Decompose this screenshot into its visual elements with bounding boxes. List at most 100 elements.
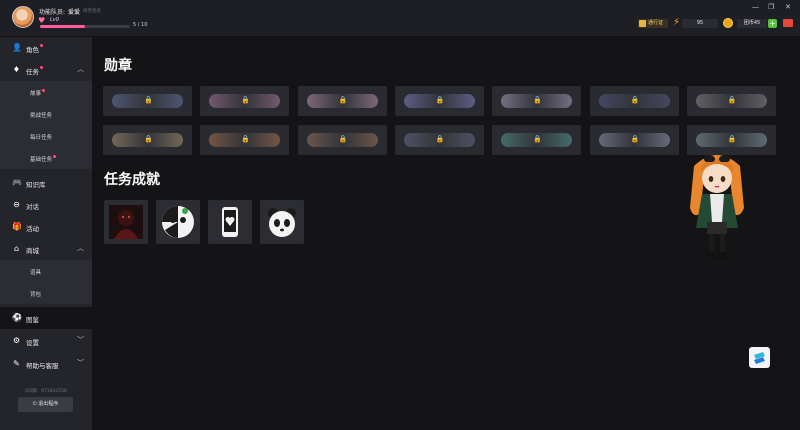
lock-icon: 🔒	[338, 96, 348, 104]
sidebar-item-label: 对话	[26, 203, 39, 211]
close-button[interactable]: ✕	[785, 3, 791, 11]
sidebar-item-character[interactable]: 👤 角色	[0, 37, 92, 59]
user-name: 爱爱	[68, 9, 81, 16]
avatar[interactable]	[12, 6, 34, 28]
football-icon: ⚽	[12, 313, 22, 322]
lock-icon: 🔒	[435, 96, 445, 104]
logout-label: 退出程序	[38, 401, 59, 407]
notification-dot	[53, 155, 57, 158]
sidebar-item-label: 挑战任务	[30, 113, 53, 119]
xp-progress-bar	[40, 25, 130, 28]
badge-item[interactable]: 🔒	[297, 86, 387, 116]
lock-icon: 🔒	[144, 135, 153, 143]
sidebar-item-settings[interactable]: ⚙ 设置 ﹀	[0, 330, 92, 352]
sidebar-item-basic[interactable]: 基础任务	[0, 147, 92, 169]
gift-icon: 🎁	[12, 222, 22, 231]
sidebar-item-daily[interactable]: 每日任务	[0, 125, 92, 147]
lock-icon: 🔒	[630, 135, 640, 143]
sidebar-item-label: 设置	[26, 339, 39, 347]
badge-item[interactable]: 🔒	[200, 86, 290, 116]
badges-section-title: 勋章	[104, 58, 132, 74]
sidebar-item-label: 图鉴	[26, 316, 39, 324]
lock-icon: 🔒	[630, 96, 640, 104]
sidebar-item-tasks[interactable]: ♦ 任务 ︿	[0, 59, 92, 81]
badge-item[interactable]: 🔒	[686, 86, 776, 116]
sidebar-item-label: 背包	[30, 292, 42, 298]
sidebar-item-label: 基础任务	[30, 157, 53, 163]
lock-icon: 🔒	[241, 135, 251, 143]
badge-item[interactable]: 🔒	[394, 86, 484, 116]
sidebar-item-help[interactable]: ✎ 帮助与客服 ﹀	[0, 353, 92, 375]
badge-item[interactable]: 🔒	[103, 86, 192, 116]
sidebar-item-challenge[interactable]: 挑战任务	[0, 103, 92, 125]
badge-item[interactable]: 🔒	[297, 125, 387, 155]
sidebar-item-label: 角色	[26, 46, 39, 54]
sidebar-item-collection[interactable]: ⚽ 图鉴	[0, 307, 92, 329]
maximize-button[interactable]: ❐	[768, 3, 774, 11]
pass-label: 通行证	[648, 20, 664, 26]
sidebar-item-label: 商城	[26, 247, 39, 255]
panda-face-icon	[162, 206, 194, 238]
lock-icon: 🔒	[338, 135, 348, 143]
achievement-item[interactable]	[156, 200, 200, 244]
edit-signature-link[interactable]: 修改签名	[83, 8, 101, 14]
lock-icon: 🔒	[533, 96, 542, 104]
phone-heart-icon	[222, 207, 238, 237]
add-gold-button[interactable]: +	[768, 19, 777, 28]
lock-icon: 🔒	[435, 135, 445, 143]
coin-icon	[723, 18, 733, 28]
lock-icon: 🔒	[241, 96, 251, 104]
sidebar-item-story[interactable]: 故事	[0, 81, 92, 103]
sidebar-item-backpack[interactable]: 背包	[0, 282, 92, 304]
sidebar-item-label: 活动	[26, 225, 39, 233]
badge-item[interactable]: 🔒	[589, 125, 679, 155]
badge-item[interactable]: 🔒	[492, 86, 582, 116]
notification-dot	[40, 66, 43, 69]
sidebar-item-events[interactable]: 🎁 活动	[0, 216, 92, 238]
sidebar-item-store[interactable]: ⌂ 商城 ︿	[0, 238, 92, 260]
lightning-icon: ⚡	[673, 17, 681, 28]
badge-item[interactable]: 🔒	[103, 125, 192, 155]
sidebar-item-chat[interactable]: ⊖ 对话	[0, 194, 92, 216]
sidebar-item-props[interactable]: 道具	[0, 260, 92, 282]
sidebar-item-knowledge[interactable]: 🎮 知识库	[0, 172, 92, 194]
assistant-logo-icon	[754, 352, 765, 364]
top-bar: 功能队员: 爱爱 修改签名 ♥ Lv0 5 / 10 通行证 ⚡ 95 团币45…	[0, 0, 800, 37]
gold-value: 团币45	[737, 19, 767, 28]
sidebar-item-label: 帮助与客服	[26, 362, 59, 370]
achievement-item[interactable]	[260, 200, 304, 244]
store-icon: ⌂	[13, 244, 20, 253]
xp-progress-fill	[40, 25, 85, 28]
logout-button[interactable]: ⏻ 退出程序	[18, 397, 73, 412]
user-role: 功能队员:	[39, 9, 66, 16]
assistant-app-button[interactable]	[749, 347, 770, 368]
achievement-item[interactable]	[208, 200, 252, 244]
lock-icon: 🔒	[727, 96, 737, 104]
sidebar-item-label: 任务	[26, 68, 39, 76]
dark-figure-icon	[109, 205, 143, 239]
sidebar-item-label: 知识库	[26, 181, 46, 189]
badge-item[interactable]: 🔒	[200, 125, 290, 155]
xp-text: 5 / 10	[133, 22, 148, 28]
minimize-button[interactable]: —	[752, 3, 759, 11]
person-icon: 👤	[12, 43, 22, 52]
notification-dot	[42, 89, 46, 92]
sidebar-item-label: 道具	[30, 270, 42, 276]
badge-item[interactable]: 🔒	[589, 86, 679, 116]
chevron-down-icon: ﹀	[77, 336, 84, 344]
heart-icon: ♥	[38, 16, 46, 25]
achievement-item[interactable]	[104, 200, 148, 244]
help-icon: ✎	[13, 359, 20, 368]
badge-item[interactable]: 🔒	[394, 125, 484, 155]
ticket-icon	[639, 20, 646, 27]
chevron-up-icon: ︿	[77, 244, 84, 252]
panda-icon	[268, 208, 296, 237]
mascot-character[interactable]	[680, 148, 755, 263]
notification-dot	[40, 44, 43, 47]
chevron-down-icon: ﹀	[77, 359, 84, 367]
pass-button[interactable]: 通行证	[638, 19, 668, 28]
mail-icon[interactable]	[783, 19, 793, 27]
sidebar-item-label: 故事	[30, 91, 42, 97]
level-label: Lv0	[50, 17, 59, 23]
badge-item[interactable]: 🔒	[492, 125, 582, 155]
